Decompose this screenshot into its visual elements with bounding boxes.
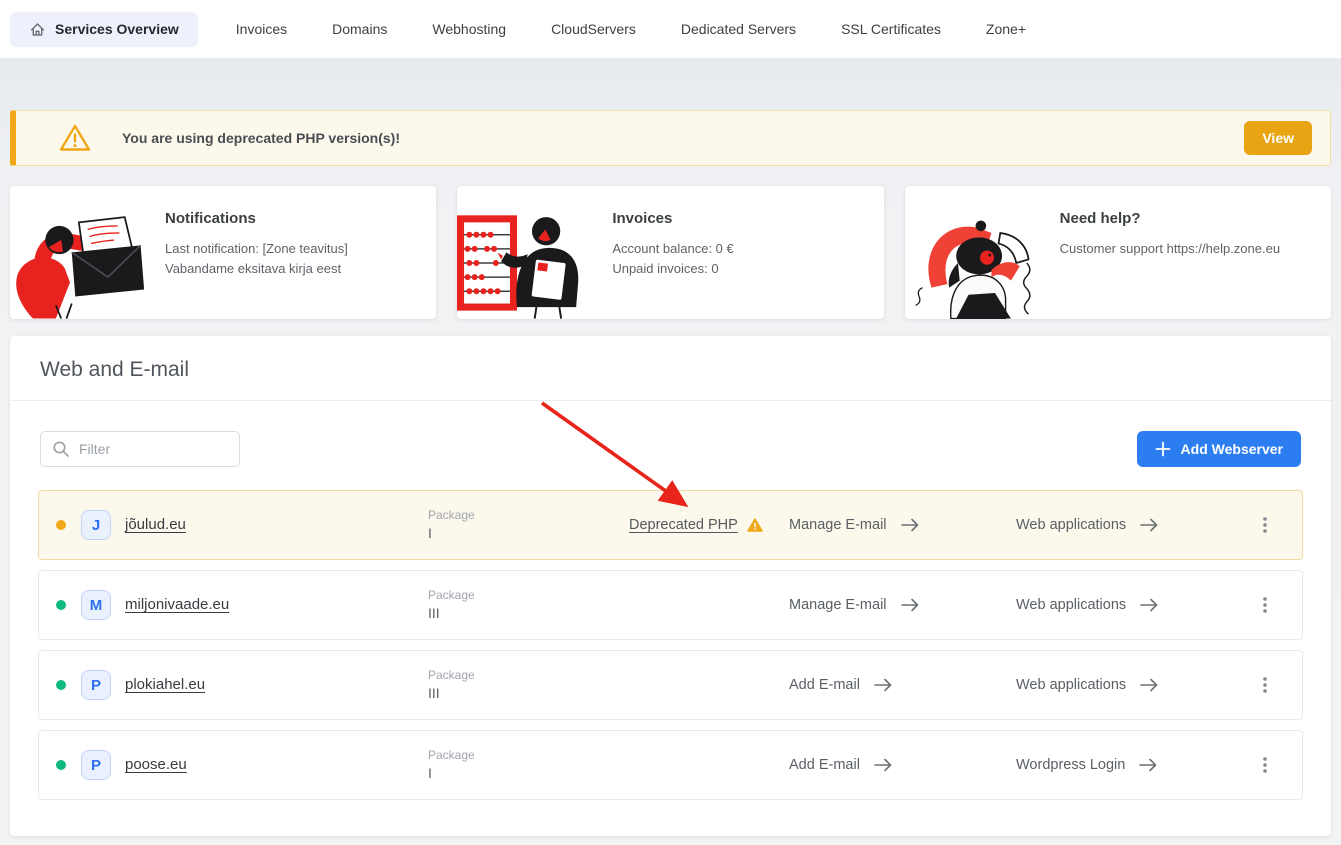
package-cell: Package I [428,747,629,782]
nav-item-cloudservers[interactable]: CloudServers [551,21,636,37]
add-webserver-label: Add Webserver [1181,441,1283,457]
nav-item-ssl-certificates[interactable]: SSL Certificates [841,21,941,37]
manage-email-action[interactable]: Manage E-mail [789,517,1016,533]
nav-item-label: Services Overview [55,21,179,37]
arrow-right-icon [1139,597,1159,613]
package-value: III [428,684,629,703]
status-dot-ok [56,600,66,610]
web-applications-action[interactable]: Web applications [1016,597,1228,613]
notifications-card: Notifications Last notification: [Zone t… [10,186,436,319]
filter-field [40,431,240,467]
row-menu-kebab-icon[interactable] [1250,589,1280,621]
webserver-row-joulud: J jõulud.eu Package I Deprecated PHP [38,490,1303,560]
web-applications-action[interactable]: Web applications [1016,517,1228,533]
person-with-phone-illustration [905,194,1055,319]
top-navigation: Services Overview Invoices Domains Webho… [0,0,1341,58]
webserver-row-plokiahel: P plokiahel.eu Package III Add E-mail We… [38,650,1303,720]
add-webserver-button[interactable]: Add Webserver [1137,431,1301,467]
status-dot-ok [56,760,66,770]
package-label: Package [428,747,629,763]
nav-item-domains[interactable]: Domains [332,21,387,37]
section-title: Web and E-mail [10,336,1331,401]
arrow-right-icon [900,517,920,533]
card-title: Need help? [1060,210,1311,227]
nav-items: Invoices Domains Webhosting CloudServers… [236,21,1026,37]
add-email-action[interactable]: Add E-mail [789,757,1016,773]
nav-item-webhosting[interactable]: Webhosting [432,21,506,37]
card-title: Invoices [612,210,863,227]
arrow-right-icon [1138,757,1158,773]
deprecated-php-link[interactable]: Deprecated PHP [629,517,738,533]
domain-avatar: P [81,670,111,700]
filter-input[interactable] [40,431,240,467]
services-overview-page: Services Overview Invoices Domains Webho… [0,0,1341,845]
nav-item-zone-plus[interactable]: Zone+ [986,21,1026,37]
card-body: Last notification: [Zone teavitus] Vaban… [165,239,416,278]
arrow-right-icon [900,597,920,613]
warning-triangle-icon [58,123,92,153]
person-reading-letter-illustration [10,194,160,319]
arrow-right-icon [873,757,893,773]
nav-item-invoices[interactable]: Invoices [236,21,287,37]
card-body: Account balance: 0 € Unpaid invoices: 0 [612,239,863,278]
nav-item-dedicated-servers[interactable]: Dedicated Servers [681,21,796,37]
wordpress-login-action[interactable]: Wordpress Login [1016,757,1228,773]
card-body: Customer support https://help.zone.eu [1060,239,1311,259]
package-cell: Package III [428,587,629,622]
unpaid-invoices: Unpaid invoices: 0 [612,259,863,279]
invoices-card: Invoices Account balance: 0 € Unpaid inv… [457,186,883,319]
manage-email-action[interactable]: Manage E-mail [789,597,1016,613]
banner-message: You are using deprecated PHP version(s)! [122,130,400,146]
package-label: Package [428,587,629,603]
domain-link[interactable]: poose.eu [125,756,187,773]
deprecated-php-banner: You are using deprecated PHP version(s)!… [10,110,1331,166]
search-icon [52,440,70,458]
webserver-row-poose: P poose.eu Package I Add E-mail Wordpres… [38,730,1303,800]
card-title: Notifications [165,210,416,227]
status-dot-warning [56,520,66,530]
arrow-right-icon [873,677,893,693]
person-with-abacus-illustration [457,194,607,319]
add-email-action[interactable]: Add E-mail [789,677,1016,693]
package-value: III [428,604,629,623]
domain-avatar: J [81,510,111,540]
view-button[interactable]: View [1244,121,1312,155]
row-menu-kebab-icon[interactable] [1250,669,1280,701]
status-dot-ok [56,680,66,690]
warning-filled-icon [747,518,763,532]
web-applications-action[interactable]: Web applications [1016,677,1228,693]
domain-avatar: P [81,750,111,780]
page-content: You are using deprecated PHP version(s)!… [0,58,1341,845]
info-cards: Notifications Last notification: [Zone t… [10,186,1331,319]
home-icon [29,21,46,38]
account-balance: Account balance: 0 € [612,239,863,259]
arrow-right-icon [1139,517,1159,533]
package-value: I [428,764,629,783]
row-menu-kebab-icon[interactable] [1250,509,1280,541]
package-cell: Package III [428,667,629,702]
webmail-toolbar: Add Webserver [40,431,1301,467]
domain-link[interactable]: miljonivaade.eu [125,596,229,613]
webserver-list: J jõulud.eu Package I Deprecated PHP [38,490,1303,800]
package-cell: Package I [428,507,629,542]
need-help-card: Need help? Customer support https://help… [905,186,1331,319]
arrow-right-icon [1139,677,1159,693]
domain-avatar: M [81,590,111,620]
package-label: Package [428,507,629,523]
web-and-email-panel: Web and E-mail Add Webserver [10,336,1331,836]
package-label: Package [428,667,629,683]
nav-item-services-overview[interactable]: Services Overview [10,12,198,47]
package-value: I [428,524,629,543]
domain-link[interactable]: jõulud.eu [125,516,186,533]
webserver-row-miljonivaade: M miljonivaade.eu Package III Manage E-m… [38,570,1303,640]
domain-link[interactable]: plokiahel.eu [125,676,205,693]
plus-icon [1155,441,1171,457]
row-menu-kebab-icon[interactable] [1250,749,1280,781]
